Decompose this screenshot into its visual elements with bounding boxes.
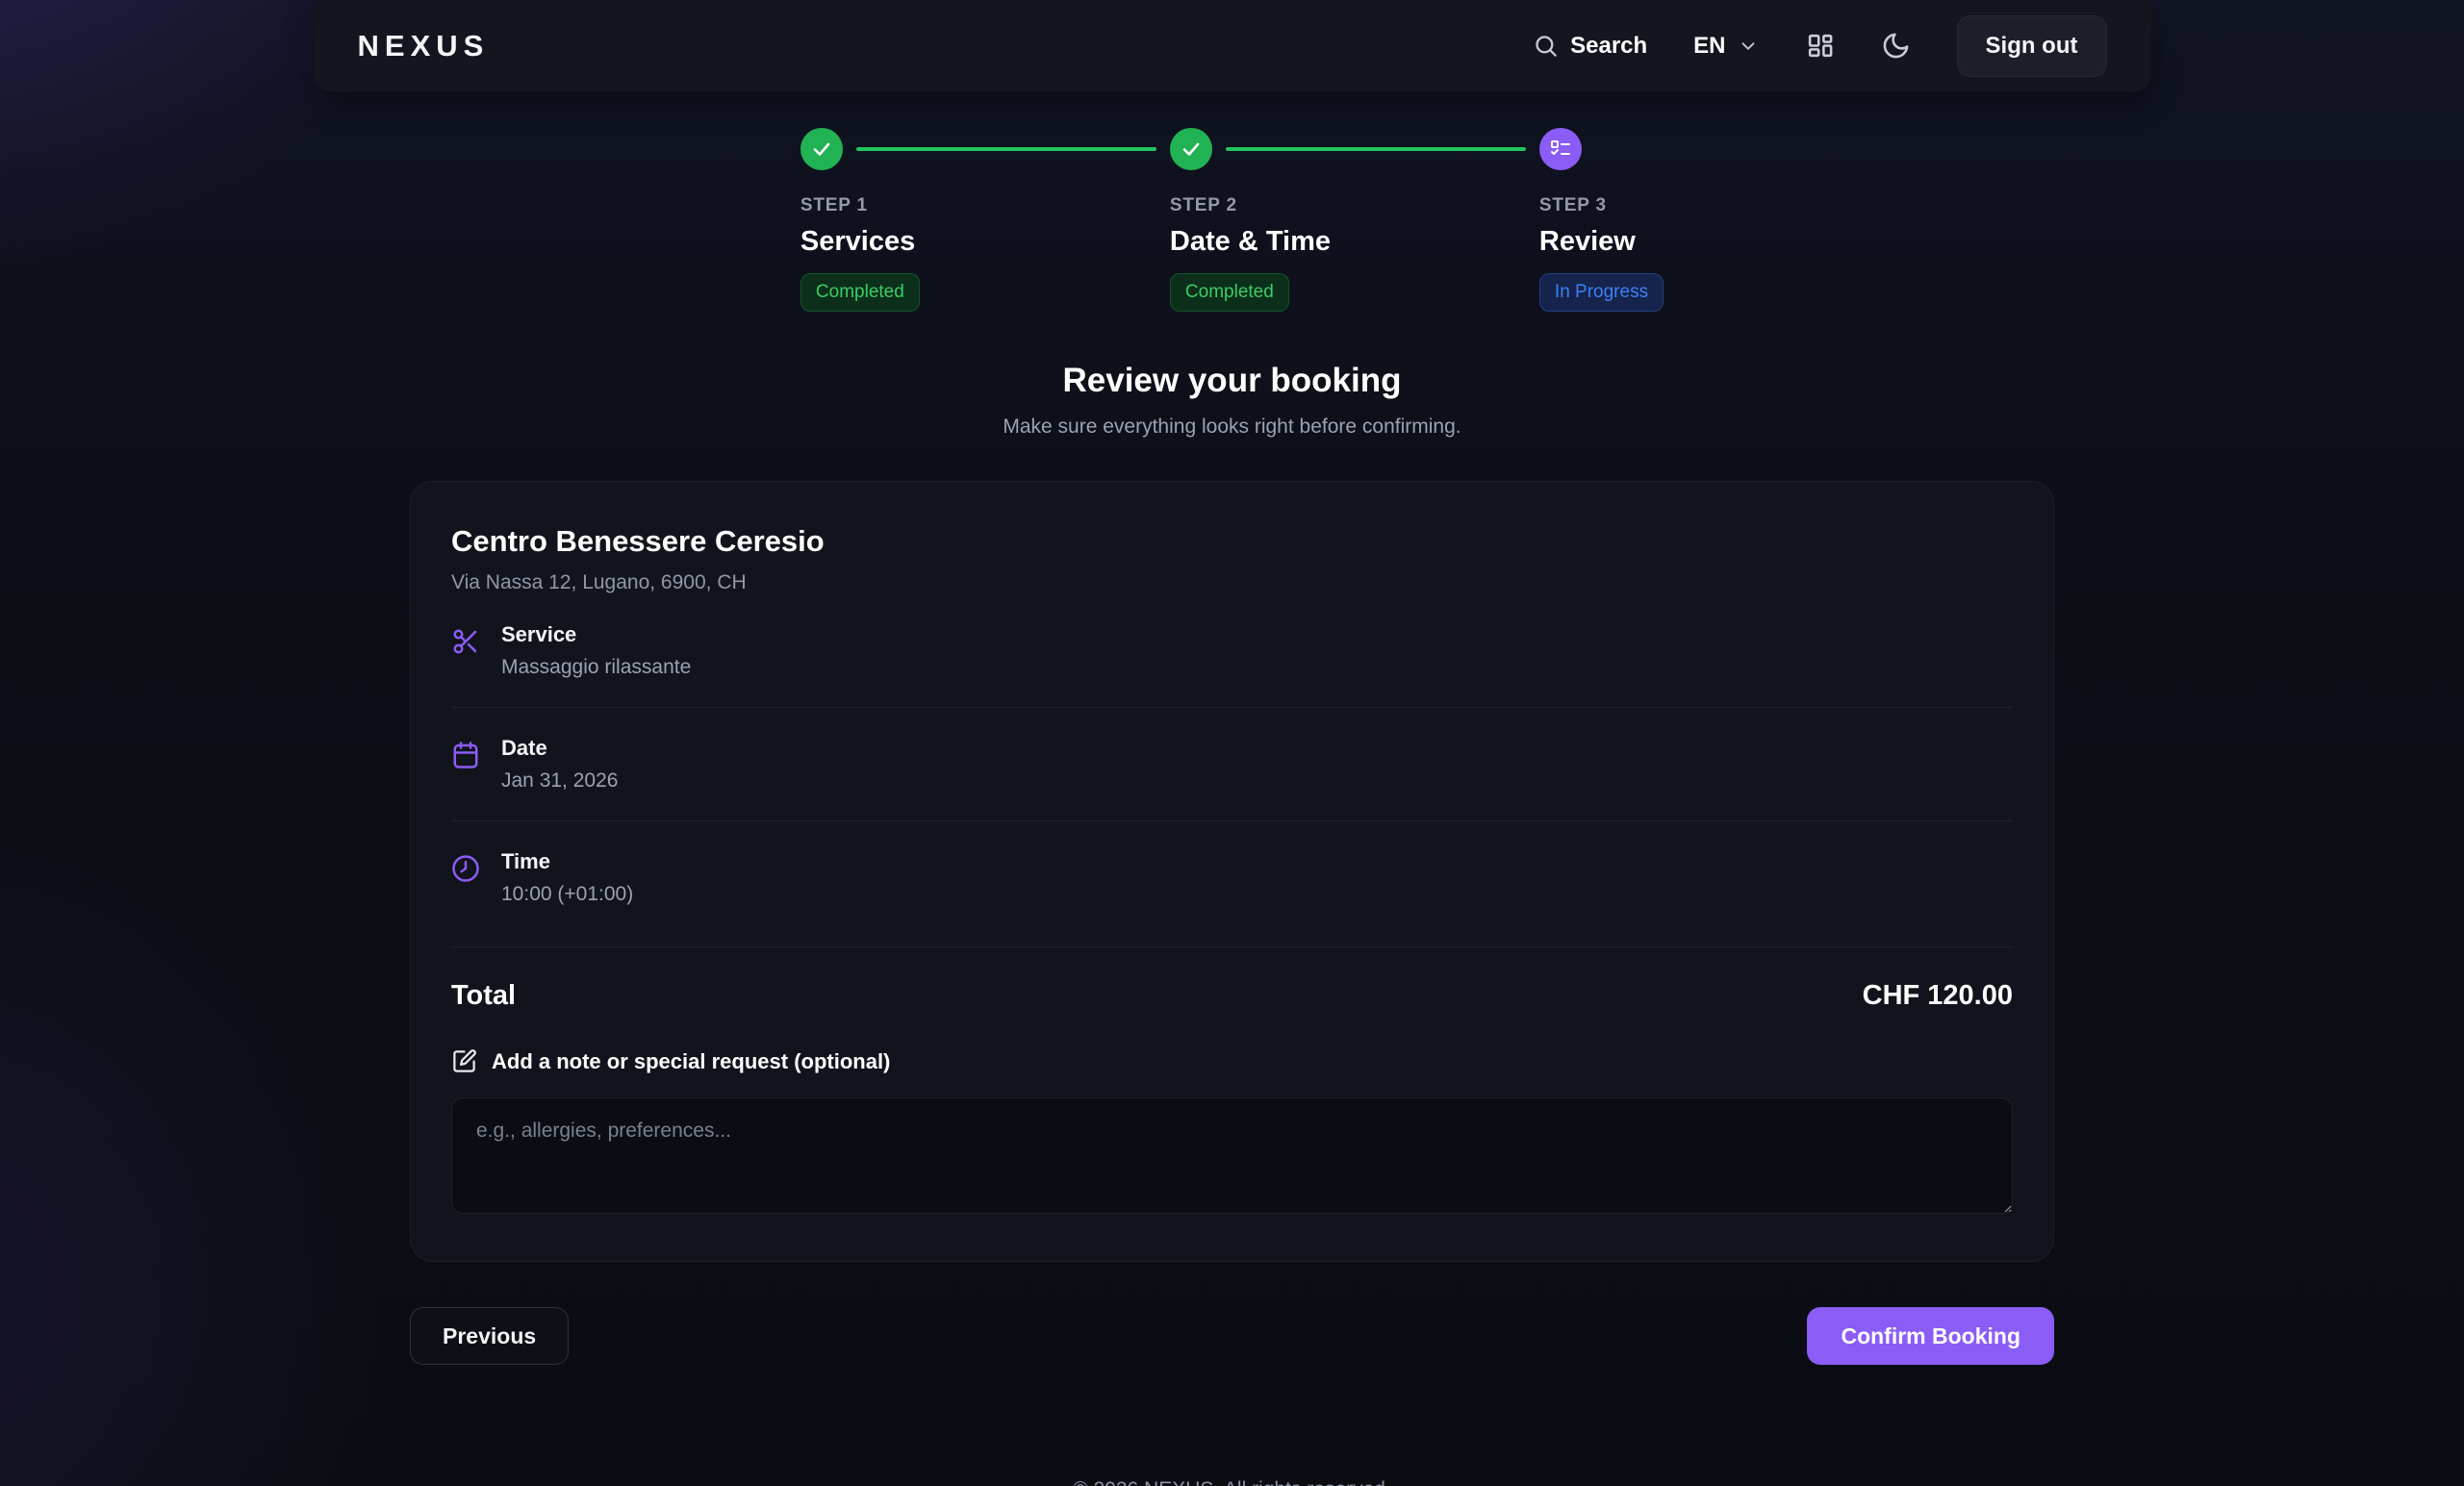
date-value: Jan 31, 2026	[501, 769, 618, 793]
previous-button[interactable]: Previous	[410, 1307, 569, 1365]
date-row: Date Jan 31, 2026	[451, 708, 2013, 821]
total-amount: CHF 120.00	[1863, 980, 2013, 1012]
step2-circle	[1170, 128, 1212, 170]
apps-menu-button[interactable]	[1805, 31, 1835, 61]
stepper-step-review: STEP 3 Review In Progress	[1539, 128, 1664, 312]
topbar-actions: Search EN Sign ou	[1533, 15, 2106, 77]
confirm-booking-button[interactable]: Confirm Booking	[1807, 1307, 2054, 1365]
note-textarea[interactable]	[451, 1097, 2013, 1214]
stepper-step-services: STEP 1 Services Completed	[800, 128, 1170, 312]
chevron-down-icon	[1738, 36, 1759, 57]
wizard-actions: Previous Confirm Booking	[410, 1307, 2054, 1365]
checklist-icon	[1549, 138, 1572, 161]
calendar-icon	[451, 741, 480, 769]
total-row: Total CHF 120.00	[451, 947, 2013, 1021]
step3-status-badge: In Progress	[1539, 273, 1664, 312]
copyright-footer: © 2026 NEXUS. All rights reserved.	[0, 1478, 2464, 1486]
step1-title: Services	[800, 226, 1170, 258]
service-row: Service Massaggio rilassante	[451, 594, 2013, 708]
step-connector	[856, 147, 1156, 151]
step2-status-badge: Completed	[1170, 273, 1289, 312]
top-navigation-bar: NEXUS Search EN	[314, 0, 2151, 91]
stepper-step-datetime: STEP 2 Date & Time Completed	[1170, 128, 1539, 312]
search-label: Search	[1570, 33, 1647, 60]
date-label: Date	[501, 736, 618, 761]
nexus-logo: NEXUS	[358, 29, 490, 63]
clock-icon	[451, 854, 480, 883]
step1-status-badge: Completed	[800, 273, 920, 312]
step3-circle	[1539, 128, 1582, 170]
page-title: Review your booking	[0, 362, 2464, 400]
step1-label: STEP 1	[800, 195, 1170, 216]
step2-title: Date & Time	[1170, 226, 1539, 258]
edit-pencil-icon	[451, 1048, 477, 1074]
check-icon	[1180, 138, 1203, 161]
venue-address: Via Nassa 12, Lugano, 6900, CH	[451, 571, 2013, 594]
booking-stepper: STEP 1 Services Completed STEP 2 Date & …	[0, 128, 2464, 312]
check-icon	[810, 138, 833, 161]
time-row: Time 10:00 (+01:00)	[451, 821, 2013, 947]
time-value: 10:00 (+01:00)	[501, 883, 633, 906]
language-selector[interactable]: EN	[1693, 33, 1758, 60]
service-value: Massaggio rilassante	[501, 656, 691, 679]
step3-label: STEP 3	[1539, 195, 1664, 216]
note-header: Add a note or special request (optional)	[451, 1048, 2013, 1074]
time-label: Time	[501, 849, 633, 874]
total-label: Total	[451, 980, 516, 1012]
venue-name: Centro Benessere Ceresio	[451, 524, 2013, 559]
sign-out-button[interactable]: Sign out	[1957, 15, 2107, 77]
scissors-icon	[451, 627, 480, 656]
moon-icon	[1881, 31, 1911, 61]
dashboard-grid-icon	[1805, 31, 1835, 61]
booking-summary-card: Centro Benessere Ceresio Via Nassa 12, L…	[410, 481, 2054, 1262]
booking-review-page: NEXUS Search EN	[0, 0, 2464, 1486]
dark-mode-toggle[interactable]	[1881, 31, 1911, 61]
service-label: Service	[501, 622, 691, 647]
page-subtitle: Make sure everything looks right before …	[0, 416, 2464, 439]
step2-label: STEP 2	[1170, 195, 1539, 216]
language-code: EN	[1693, 33, 1725, 60]
step3-title: Review	[1539, 226, 1664, 258]
note-label: Add a note or special request (optional)	[492, 1049, 890, 1074]
step1-circle	[800, 128, 843, 170]
search-icon	[1533, 33, 1559, 59]
search-button[interactable]: Search	[1533, 33, 1647, 60]
step-connector	[1226, 147, 1526, 151]
